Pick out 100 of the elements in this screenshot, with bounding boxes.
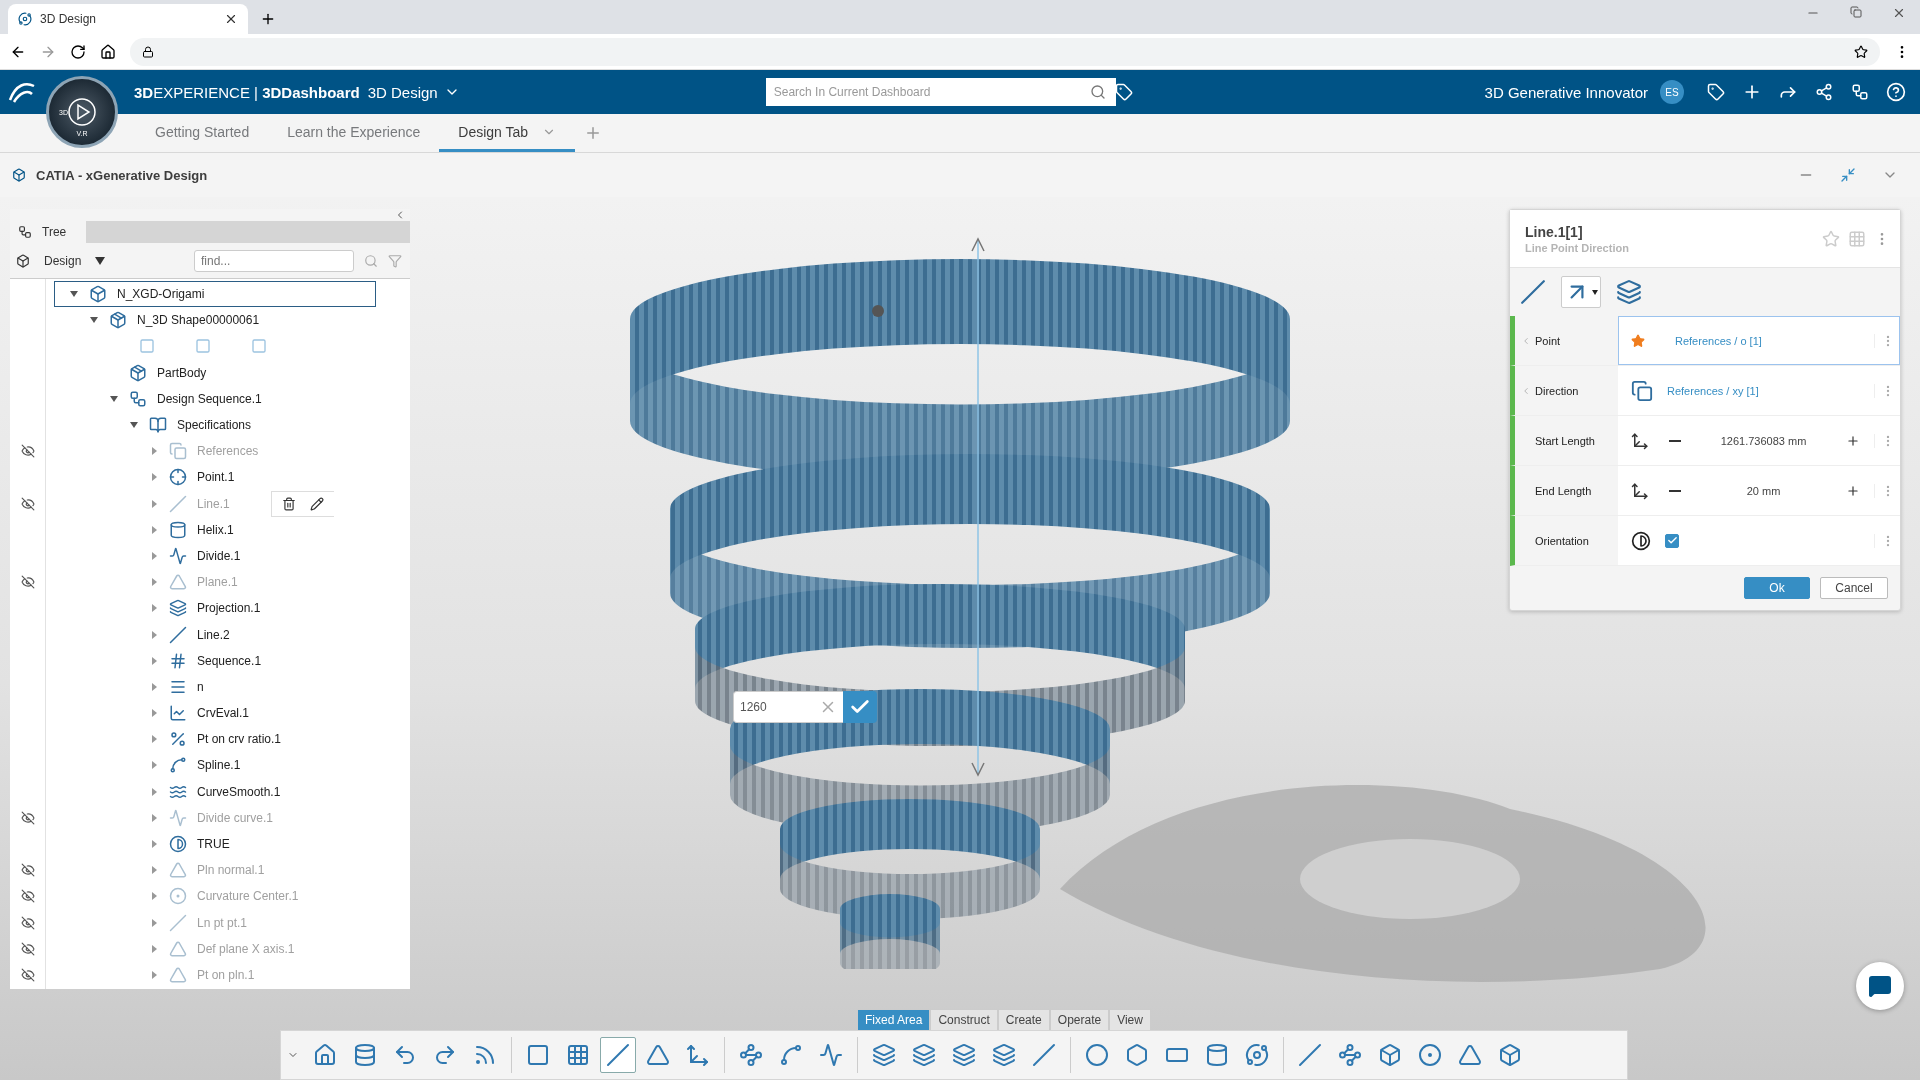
tree-node[interactable]: n xyxy=(54,673,410,700)
find-field[interactable]: find... xyxy=(194,249,354,272)
tree-node[interactable]: CrvEval.1 xyxy=(54,700,410,727)
expand-icon[interactable] xyxy=(149,786,159,797)
user-avatar[interactable]: ES xyxy=(1660,80,1684,104)
property-field[interactable]: 20 mm xyxy=(1618,466,1900,515)
expand-icon[interactable] xyxy=(149,839,159,850)
restore-icon[interactable] xyxy=(1850,6,1862,18)
tree-node[interactable]: Spline.1 xyxy=(54,752,410,779)
reference-link[interactable]: References / xy [1] xyxy=(1667,384,1759,397)
tree-node[interactable]: Pt on crv ratio.1 xyxy=(54,726,410,753)
expand-icon[interactable] xyxy=(149,681,159,692)
property-field[interactable]: 1261.736083 mm xyxy=(1618,416,1900,465)
tree-node-selected[interactable]: N_XGD-Origami xyxy=(54,281,376,308)
star-icon[interactable] xyxy=(1631,333,1645,348)
tree-node[interactable]: Line.2 xyxy=(54,621,410,648)
tree-node[interactable]: Projection.1 xyxy=(54,595,410,622)
expand-icon[interactable] xyxy=(149,498,159,509)
close-icon[interactable] xyxy=(1892,6,1906,20)
orientation-checkbox[interactable] xyxy=(1665,533,1679,548)
expand-icon[interactable] xyxy=(149,812,159,823)
reference-link[interactable]: References / o [1] xyxy=(1675,334,1762,347)
direction-arrow[interactable] xyxy=(970,237,986,777)
expand-icon[interactable] xyxy=(149,708,159,719)
expand-icon[interactable] xyxy=(149,577,159,588)
browser-tab[interactable]: 3D Design xyxy=(8,4,248,34)
hidden-icon[interactable] xyxy=(21,863,35,878)
delete-button[interactable] xyxy=(282,496,296,511)
toolbar-tab[interactable]: Fixed Area xyxy=(857,1009,931,1030)
value-input[interactable]: 1260 xyxy=(733,691,813,723)
expand-icon[interactable] xyxy=(149,446,159,457)
tree-node[interactable]: Specifications xyxy=(54,411,410,439)
hidden-icon[interactable] xyxy=(21,967,35,982)
hidden-icon[interactable] xyxy=(21,496,35,511)
star-icon[interactable] xyxy=(1854,44,1868,59)
restore-icon[interactable] xyxy=(1840,167,1856,183)
cancel-button[interactable]: Cancel xyxy=(1820,577,1888,599)
app-switcher[interactable]: 3D Design xyxy=(367,83,460,101)
decrease-button[interactable] xyxy=(1669,489,1681,492)
expand-icon[interactable] xyxy=(149,550,159,561)
tree-node[interactable]: TRUE xyxy=(54,830,410,858)
expand-icon[interactable] xyxy=(149,865,159,876)
increase-button[interactable] xyxy=(1846,433,1860,448)
hidden-icon[interactable] xyxy=(21,941,35,956)
expand-icon[interactable] xyxy=(149,472,159,483)
hidden-icon[interactable] xyxy=(21,889,35,904)
collapse-icon[interactable] xyxy=(109,393,119,404)
tree-node[interactable]: Divide.1 xyxy=(54,542,410,570)
expand-icon[interactable] xyxy=(149,524,159,535)
hidden-icon[interactable] xyxy=(21,915,35,930)
home-icon[interactable] xyxy=(100,43,116,60)
tree-node[interactable]: CurveSmooth.1 xyxy=(54,778,410,805)
decrease-button[interactable] xyxy=(1669,439,1681,442)
planes-icon[interactable] xyxy=(1631,379,1653,402)
property-field[interactable]: References / xy [1] xyxy=(1618,366,1900,415)
tree-node[interactable]: Design Sequence.1 xyxy=(54,385,410,412)
expand-icon[interactable] xyxy=(149,943,159,954)
tree-node[interactable]: PartBody xyxy=(54,359,410,386)
tree-node[interactable]: Sequence.1 xyxy=(54,647,410,674)
toolbar-tab[interactable]: Operate xyxy=(1049,1009,1110,1030)
hidden-icon[interactable] xyxy=(21,444,35,459)
expand-icon[interactable] xyxy=(149,917,159,928)
expand-icon[interactable] xyxy=(149,760,159,771)
tree-node[interactable]: Helix.1 xyxy=(54,516,410,543)
confirm-button[interactable] xyxy=(843,691,877,723)
expand-icon[interactable] xyxy=(149,734,159,745)
chat-button[interactable] xyxy=(1856,962,1904,1010)
user-name[interactable]: 3D Generative Innovator xyxy=(1484,83,1648,101)
tree-tab[interactable]: Tree xyxy=(10,221,86,243)
hidden-icon[interactable] xyxy=(21,575,35,590)
plus-icon xyxy=(1846,433,1860,448)
expand-icon[interactable] xyxy=(149,891,159,902)
toolbar-tab[interactable]: Construct xyxy=(930,1009,998,1030)
mode-dropdown[interactable]: Design xyxy=(16,253,106,268)
new-tab-icon[interactable] xyxy=(260,11,276,27)
reload-icon[interactable] xyxy=(70,43,86,60)
edit-button[interactable] xyxy=(310,496,324,511)
expand-icon[interactable] xyxy=(149,629,159,640)
length-value[interactable]: 20 mm xyxy=(1681,484,1846,497)
expand-icon[interactable] xyxy=(149,969,159,980)
expand-icon[interactable] xyxy=(149,655,159,666)
toolbar-tab[interactable]: View xyxy=(1109,1009,1151,1030)
expand-icon[interactable] xyxy=(149,603,159,614)
length-value[interactable]: 1261.736083 mm xyxy=(1681,434,1846,447)
point-marker[interactable] xyxy=(870,303,886,319)
toolbar-tab[interactable]: Create xyxy=(997,1009,1050,1030)
increase-button[interactable] xyxy=(1846,483,1860,498)
search-field[interactable]: Search In Current Dashboard xyxy=(765,78,1116,106)
line-point-direction-type-button[interactable] xyxy=(1561,276,1601,308)
line-tool[interactable] xyxy=(600,1037,636,1073)
hidden-icon[interactable] xyxy=(21,810,35,825)
property-field[interactable] xyxy=(1618,516,1900,565)
dashboard-tab[interactable]: Learn the Experience xyxy=(268,114,440,152)
value-input[interactable]: 1260 xyxy=(733,691,877,723)
close-icon[interactable] xyxy=(224,12,238,26)
ok-button[interactable]: Ok xyxy=(1744,577,1810,599)
property-field[interactable]: References / o [1] xyxy=(1618,316,1900,365)
tree-node[interactable]: Point.1 xyxy=(54,464,410,491)
dashboard-tab[interactable]: Getting Started xyxy=(136,114,269,152)
tree-node[interactable]: N_3D Shape00000061 xyxy=(54,307,410,334)
